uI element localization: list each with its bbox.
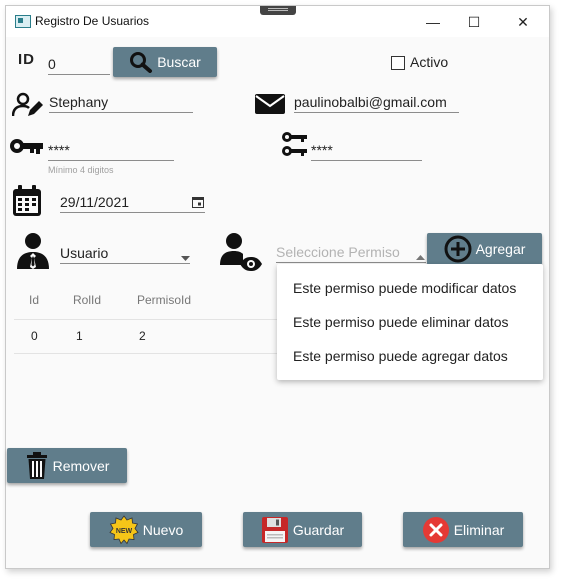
eliminar-button[interactable]: Eliminar xyxy=(403,512,523,547)
activo-label: Activo xyxy=(410,54,449,70)
buscar-button[interactable]: Buscar xyxy=(113,47,217,77)
remover-button[interactable]: Remover xyxy=(7,448,127,483)
confirm-password-field[interactable]: **** xyxy=(311,140,422,161)
table-header-divider xyxy=(14,319,296,320)
col-header-id[interactable]: Id xyxy=(29,293,39,307)
app-icon xyxy=(15,15,31,28)
registro-usuarios-window: Registro De Usuarios — ☐ ✕ ID 0 Buscar A… xyxy=(5,5,550,569)
permiso-placeholder: Seleccione Permiso xyxy=(276,244,400,260)
cell-id: 0 xyxy=(31,329,38,343)
cell-rolid: 1 xyxy=(76,329,83,343)
double-key-icon xyxy=(281,130,309,165)
agregar-button[interactable]: Agregar xyxy=(427,233,542,265)
key-icon xyxy=(9,136,45,161)
remover-label: Remover xyxy=(52,457,110,474)
rol-select[interactable]: Usuario xyxy=(60,243,190,264)
trash-icon xyxy=(25,451,49,480)
guardar-button[interactable]: Guardar xyxy=(243,512,362,547)
email-icon xyxy=(254,93,286,120)
title-bar[interactable]: Registro De Usuarios — ☐ ✕ xyxy=(6,6,549,37)
svg-text:NEW: NEW xyxy=(116,528,133,535)
user-eye-icon xyxy=(218,231,262,276)
nuevo-label: Nuevo xyxy=(142,521,184,538)
password-hint: Mínimo 4 digitos xyxy=(48,165,114,175)
close-button[interactable]: ✕ xyxy=(508,10,538,34)
buscar-label: Buscar xyxy=(157,54,201,70)
user-tie-icon xyxy=(16,232,50,275)
activo-checkbox[interactable] xyxy=(391,56,405,70)
permiso-option-eliminar[interactable]: Este permiso puede eliminar datos xyxy=(293,314,509,330)
calendar-icon xyxy=(11,184,43,223)
maximize-button[interactable]: ☐ xyxy=(459,10,489,34)
guardar-label: Guardar xyxy=(292,521,345,538)
drag-grip[interactable] xyxy=(260,6,296,15)
chevron-down-icon[interactable] xyxy=(181,249,190,267)
permiso-option-agregar[interactable]: Este permiso puede agregar datos xyxy=(293,348,508,364)
save-icon xyxy=(261,516,289,544)
table-row-divider xyxy=(14,353,296,354)
agregar-label: Agregar xyxy=(475,241,526,257)
nombre-field[interactable]: Stephany xyxy=(49,92,193,113)
email-field[interactable]: paulinobalbi@gmail.com xyxy=(294,92,459,113)
rol-value: Usuario xyxy=(60,245,109,261)
col-header-permisoid[interactable]: PermisoId xyxy=(137,293,191,307)
fecha-field[interactable]: 29/11/2021 xyxy=(60,192,205,213)
col-header-rolid[interactable]: RolId xyxy=(73,293,101,307)
permiso-option-modificar[interactable]: Este permiso puede modificar datos xyxy=(293,280,516,296)
minimize-button[interactable]: — xyxy=(418,10,448,34)
permiso-select[interactable]: Seleccione Permiso xyxy=(276,242,426,263)
cell-permisoid: 2 xyxy=(139,329,146,343)
id-label: ID xyxy=(18,51,35,68)
new-badge-icon: NEW xyxy=(109,514,139,545)
nuevo-button[interactable]: NEW Nuevo xyxy=(90,512,202,547)
window-title: Registro De Usuarios xyxy=(35,14,150,28)
eliminar-label: Eliminar xyxy=(453,521,505,538)
plus-circle-icon xyxy=(444,235,472,263)
date-picker-icon[interactable] xyxy=(192,195,204,213)
fecha-value: 29/11/2021 xyxy=(60,194,130,210)
id-field[interactable]: 0 xyxy=(48,54,110,75)
permiso-dropdown: Este permiso puede modificar datos Este … xyxy=(277,264,543,380)
delete-circle-icon xyxy=(422,516,450,544)
search-icon xyxy=(129,51,153,73)
password-field[interactable]: **** xyxy=(48,140,174,161)
user-edit-icon xyxy=(11,92,44,123)
